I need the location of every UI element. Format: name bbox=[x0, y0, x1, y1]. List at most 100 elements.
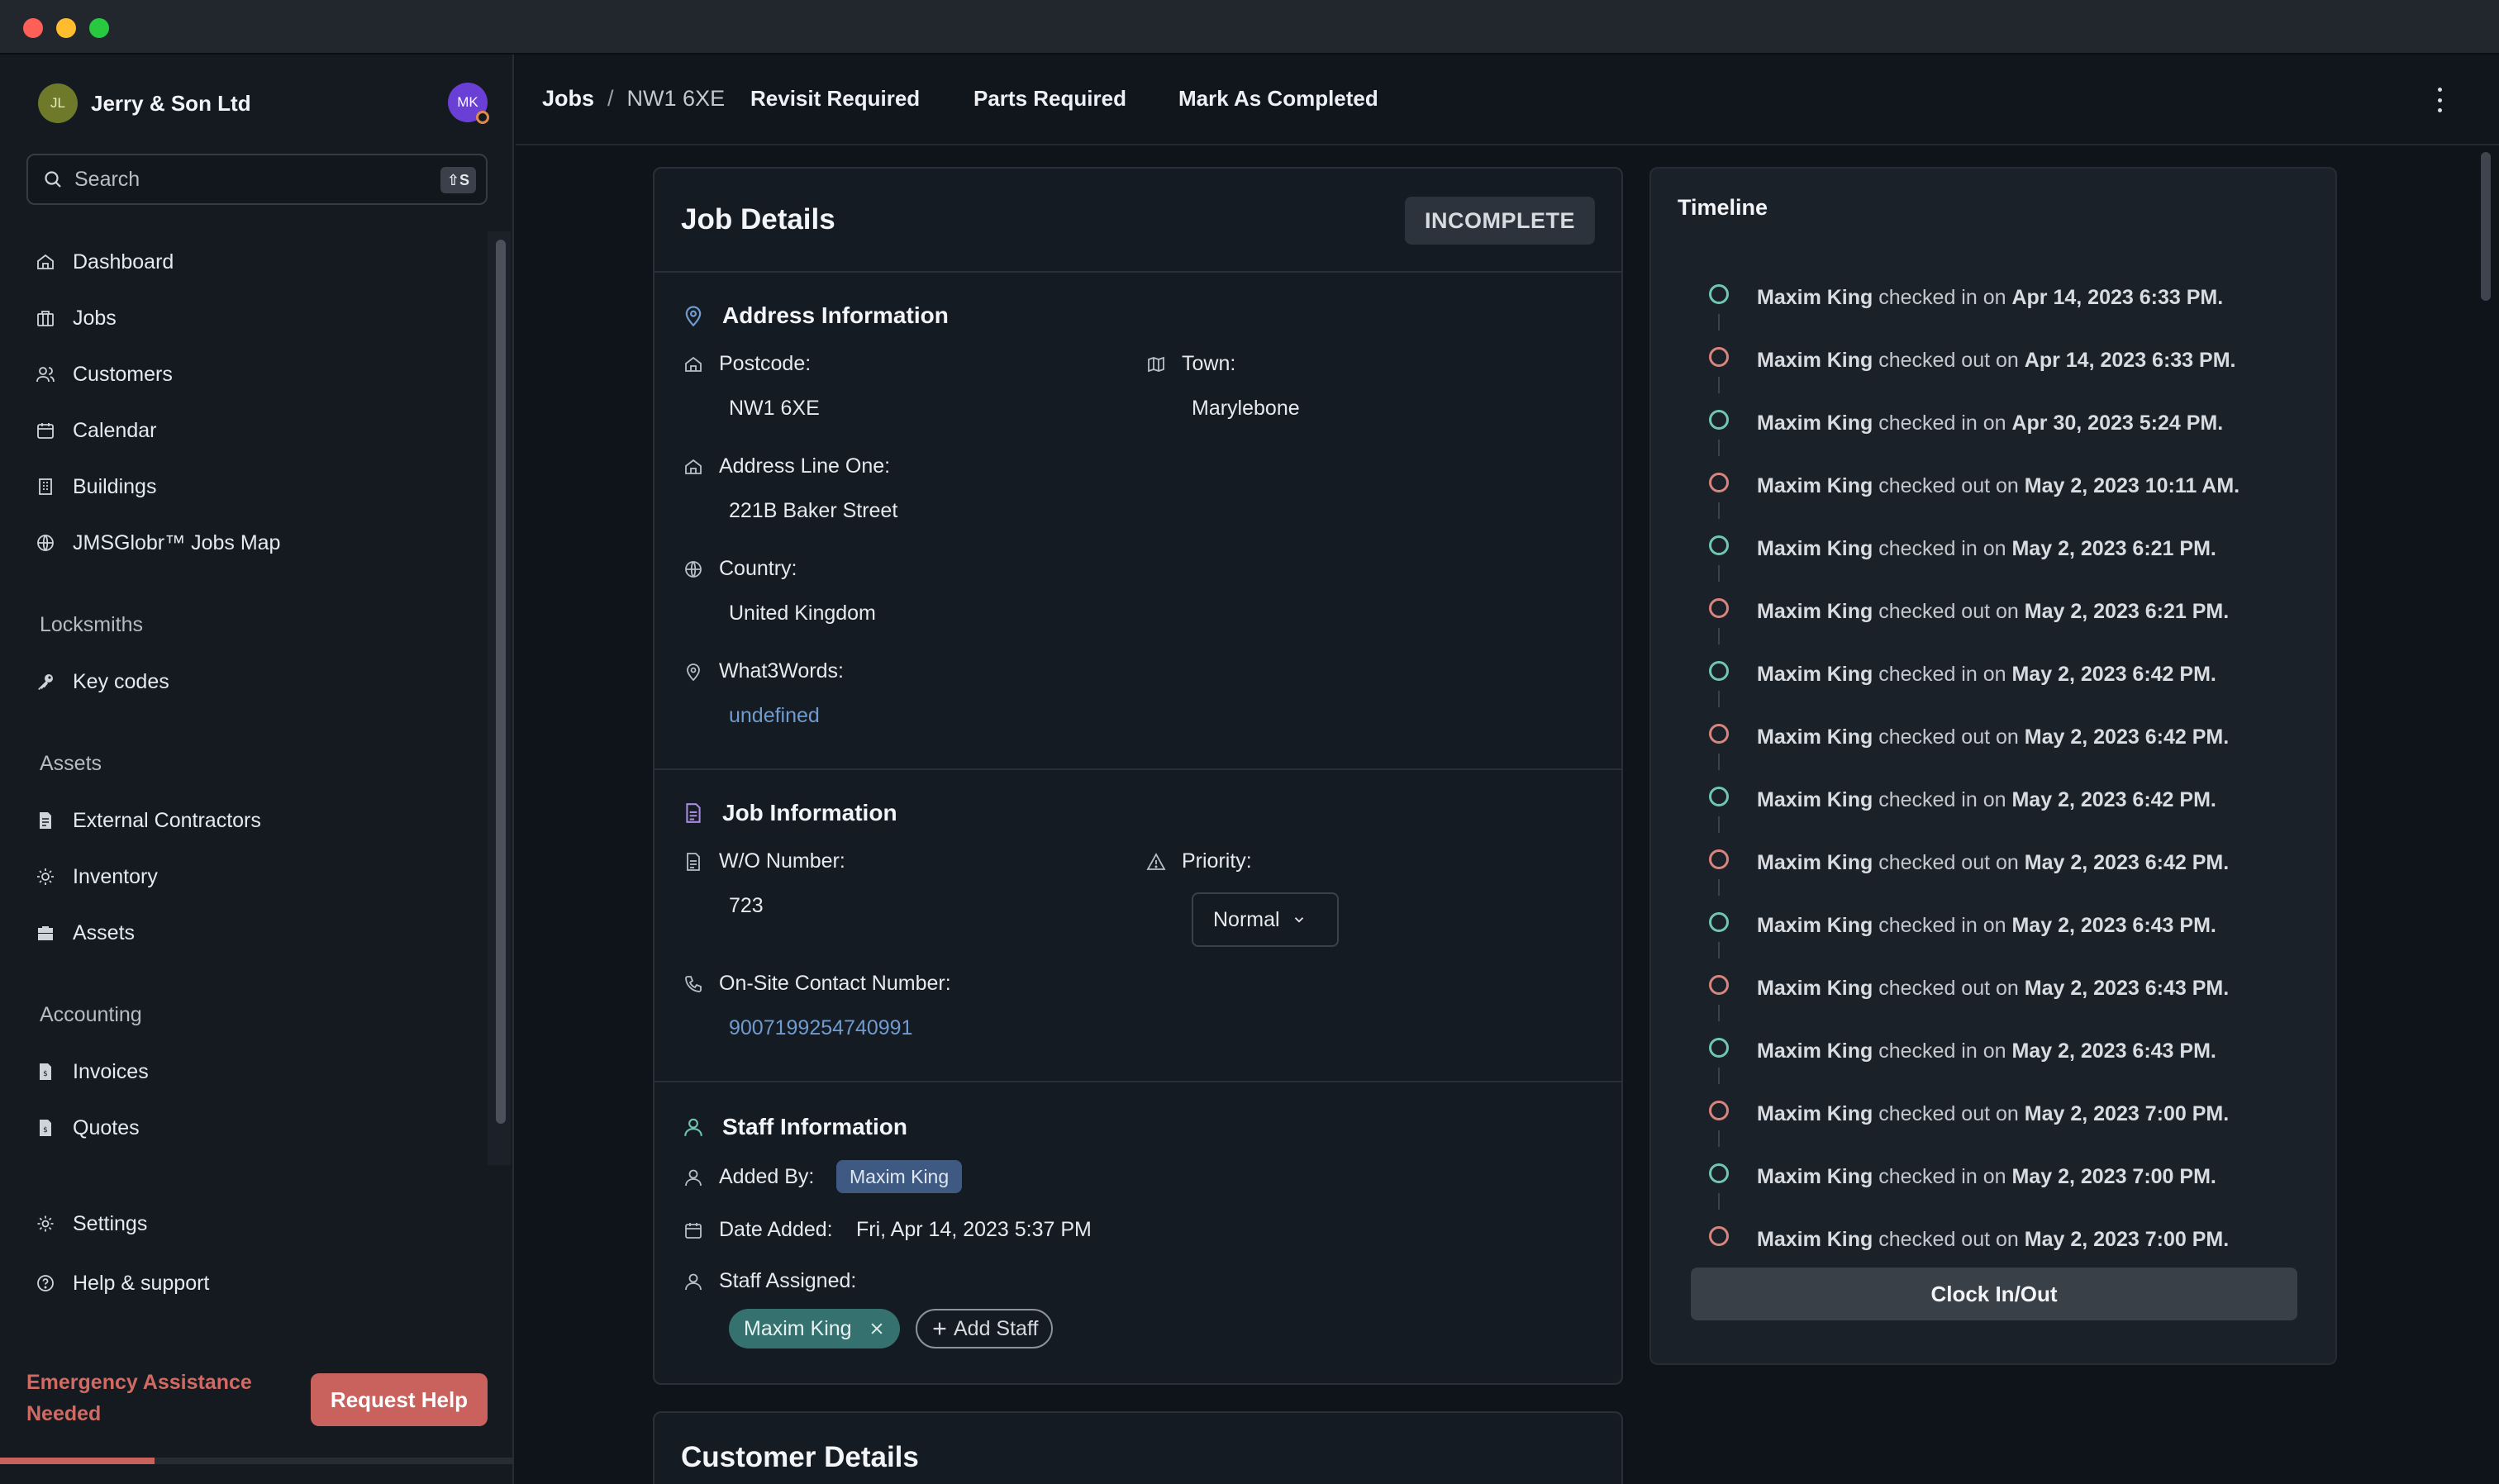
timeline-event-action: checked in on bbox=[1878, 914, 2006, 937]
check-out-icon bbox=[1709, 1226, 1729, 1246]
timeline-connector bbox=[1718, 565, 1720, 582]
assigned-staff-chip: Maxim King bbox=[729, 1309, 900, 1348]
timeline-event: Maxim King checked in on May 2, 2023 6:2… bbox=[1757, 537, 2216, 561]
more-options-icon[interactable] bbox=[2431, 88, 2448, 112]
sidebar-item-assets[interactable]: Assets bbox=[35, 912, 135, 954]
date-added-value: Fri, Apr 14, 2023 5:37 PM bbox=[856, 1218, 1092, 1241]
minimize-window-button[interactable] bbox=[56, 18, 76, 38]
user-icon bbox=[685, 1169, 702, 1186]
sidebar: JL Jerry & Son Ltd MK Search ⇧S Dashboar… bbox=[0, 55, 514, 1484]
sidebar-item-buildings[interactable]: Buildings bbox=[35, 466, 156, 507]
sidebar-scroll-thumb[interactable] bbox=[496, 240, 506, 1124]
request-help-button[interactable]: Request Help bbox=[311, 1373, 488, 1426]
main-scrollbar[interactable] bbox=[2474, 145, 2499, 1484]
assigned-staff-name: Maxim King bbox=[744, 1316, 852, 1340]
calendar-icon bbox=[685, 1222, 702, 1239]
sidebar-item-label: External Contractors bbox=[73, 808, 261, 832]
calendar-icon bbox=[37, 423, 54, 439]
timeline-connector bbox=[1718, 314, 1720, 331]
revisit-required-button[interactable]: Revisit Required bbox=[750, 86, 920, 112]
office-icon bbox=[39, 478, 52, 495]
search-icon bbox=[45, 171, 61, 188]
sidebar-item-jobs[interactable]: Jobs bbox=[35, 297, 117, 339]
timeline-event: Maxim King checked out on May 2, 2023 6:… bbox=[1757, 725, 2229, 749]
user-avatar[interactable]: MK bbox=[448, 83, 489, 124]
timeline-connector bbox=[1718, 440, 1720, 456]
address-section-title: Address Information bbox=[681, 302, 949, 329]
sidebar-item-label: Customers bbox=[73, 362, 173, 386]
plus-icon bbox=[933, 1322, 946, 1335]
timeline-event: Maxim King checked out on May 2, 2023 7:… bbox=[1757, 1102, 2229, 1126]
timeline-connector bbox=[1718, 1068, 1720, 1084]
timeline-connector bbox=[1718, 1130, 1720, 1147]
parts-required-button[interactable]: Parts Required bbox=[973, 86, 1126, 112]
sidebar-item-key-codes[interactable]: Key codes bbox=[35, 661, 169, 702]
sidebar-item-jobs-map[interactable]: JMSGlobr™ Jobs Map bbox=[35, 522, 280, 564]
timeline-event: Maxim King checked out on Apr 14, 2023 6… bbox=[1757, 349, 2235, 373]
customer-details-card: Customer Details bbox=[653, 1411, 1623, 1484]
main-scroll-thumb[interactable] bbox=[2481, 152, 2491, 301]
close-window-button[interactable] bbox=[23, 18, 43, 38]
invoice-icon: $ bbox=[40, 1063, 51, 1080]
sidebar-item-label: Invoices bbox=[73, 1059, 149, 1083]
sidebar-section-accounting: Accounting bbox=[40, 1003, 142, 1026]
timeline-event-action: checked out on bbox=[1878, 600, 2019, 623]
emergency-progress-fill bbox=[0, 1458, 155, 1464]
timeline-connector bbox=[1718, 942, 1720, 958]
priority-select[interactable]: Normal bbox=[1192, 892, 1339, 947]
globe-icon bbox=[37, 535, 54, 551]
sidebar-scrollbar[interactable] bbox=[488, 231, 511, 1165]
postcode-label: Postcode: bbox=[683, 352, 811, 376]
timeline-event-action: checked in on bbox=[1878, 411, 2006, 435]
timeline-connector bbox=[1718, 1193, 1720, 1210]
add-staff-button[interactable]: Add Staff bbox=[916, 1309, 1054, 1348]
sidebar-item-inventory[interactable]: Inventory bbox=[35, 856, 158, 897]
timeline-event-user: Maxim King bbox=[1757, 286, 1873, 309]
remove-icon[interactable] bbox=[869, 1320, 885, 1337]
sidebar-item-quotes[interactable]: $ Quotes bbox=[35, 1107, 140, 1149]
timeline-event-action: checked in on bbox=[1878, 663, 2006, 686]
check-in-icon bbox=[1709, 661, 1729, 681]
timeline-event-user: Maxim King bbox=[1757, 788, 1873, 811]
sidebar-item-dashboard[interactable]: Dashboard bbox=[35, 241, 174, 283]
timeline-event-action: checked out on bbox=[1878, 851, 2019, 874]
phone-icon bbox=[685, 975, 702, 992]
sidebar-item-settings[interactable]: Settings bbox=[35, 1203, 147, 1244]
contact-number-link[interactable]: 9007199254740991 bbox=[729, 1016, 912, 1040]
sidebar-item-customers[interactable]: Customers bbox=[35, 354, 173, 395]
check-out-icon bbox=[1709, 724, 1729, 744]
timeline-event: Maxim King checked out on May 2, 2023 10… bbox=[1757, 474, 2240, 498]
timeline-event-user: Maxim King bbox=[1757, 977, 1873, 1000]
sidebar-item-label: Assets bbox=[73, 920, 136, 944]
wo-number-label: W/O Number: bbox=[683, 849, 845, 873]
check-in-icon bbox=[1709, 410, 1729, 430]
sidebar-item-label: Jobs bbox=[73, 306, 117, 330]
check-in-icon bbox=[1709, 787, 1729, 806]
timeline-connector bbox=[1718, 691, 1720, 707]
clock-in-out-button[interactable]: Clock In/Out bbox=[1691, 1268, 2297, 1320]
sidebar-item-invoices[interactable]: $ Invoices bbox=[35, 1051, 149, 1092]
breadcrumb-jobs[interactable]: Jobs bbox=[542, 86, 594, 112]
org-switcher[interactable]: JL Jerry & Son Ltd bbox=[38, 81, 251, 126]
timeline-event-user: Maxim King bbox=[1757, 1102, 1873, 1125]
sidebar-item-calendar[interactable]: Calendar bbox=[35, 410, 156, 451]
window-titlebar bbox=[0, 0, 2499, 55]
check-in-icon bbox=[1709, 1163, 1729, 1183]
timeline-card: Timeline Maxim King checked in on Apr 14… bbox=[1649, 167, 2337, 1365]
sidebar-item-help[interactable]: Help & support bbox=[35, 1263, 209, 1304]
search-input[interactable]: Search ⇧S bbox=[26, 154, 488, 205]
chevron-down-icon bbox=[1294, 917, 1303, 923]
sidebar-item-label: Buildings bbox=[73, 474, 157, 498]
sidebar-item-external-contractors[interactable]: External Contractors bbox=[35, 800, 261, 841]
timeline-event: Maxim King checked in on Apr 14, 2023 6:… bbox=[1757, 286, 2223, 310]
home-icon bbox=[685, 459, 702, 474]
check-out-icon bbox=[1709, 849, 1729, 869]
what3words-link[interactable]: undefined bbox=[729, 704, 820, 728]
check-in-icon bbox=[1709, 912, 1729, 932]
toolbox-icon bbox=[38, 926, 53, 940]
maximize-window-button[interactable] bbox=[89, 18, 109, 38]
check-in-icon bbox=[1709, 284, 1729, 304]
mark-completed-button[interactable]: Mark As Completed bbox=[1178, 86, 1378, 112]
timeline-event-date: May 2, 2023 6:21 PM. bbox=[2011, 537, 2216, 560]
sidebar-item-label: Quotes bbox=[73, 1115, 140, 1139]
